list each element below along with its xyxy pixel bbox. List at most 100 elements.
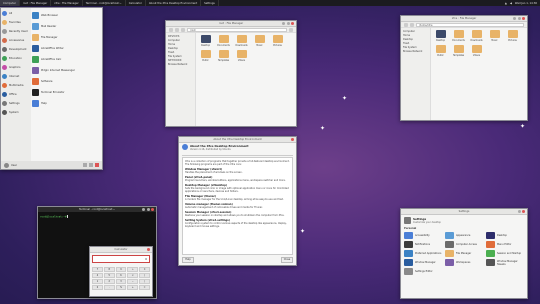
fm1-location-bar[interactable]: /root [187,27,287,32]
calc-key[interactable]: 6 [115,273,127,278]
search-button[interactable] [289,27,293,32]
close-button[interactable] [291,138,294,141]
power-icon[interactable] [95,163,99,167]
forward-button[interactable] [410,22,414,27]
taskbar-item-computer[interactable]: Computer [0,0,20,6]
settings-item-preferred-apps[interactable]: Preferred Applications [404,249,443,258]
menu-app-mail-reader[interactable]: Mail Reader [32,21,100,32]
close-button[interactable] [147,248,150,251]
menu-app-pidgin[interactable]: Pidgin Internet Messenger [32,65,100,76]
file-item[interactable]: Desktop [433,30,448,42]
fm1-titlebar[interactable]: root : File Manager [166,21,296,27]
taskbar-item-file-manager-root[interactable]: root : File Manager [20,0,52,6]
maximize-button[interactable] [286,22,290,25]
calc-key[interactable]: 5 [103,273,115,278]
calc-key[interactable]: 1 [92,279,103,284]
settings-item-window-manager[interactable]: Window Manager [404,258,443,267]
up-button[interactable] [181,27,185,32]
calc-key[interactable]: 4 [92,273,103,278]
file-item[interactable]: Public [433,45,448,57]
maximize-button[interactable] [517,17,521,20]
menu-category-office[interactable]: Office [2,90,30,99]
back-button[interactable] [404,22,408,27]
calc-key[interactable]: C [139,267,150,272]
file-item[interactable]: Templates [451,45,466,57]
settings-item-workspaces[interactable]: Workspaces [445,258,484,267]
settings-icon[interactable] [83,163,87,167]
calc-key[interactable]: . [103,285,115,290]
calc-key[interactable]: ( [139,273,150,278]
menu-category-favorites[interactable]: Favorites [2,18,30,27]
menu-app-calc[interactable]: LibreOffice Calc [32,54,100,65]
menu-category-settings[interactable]: Settings [2,99,30,108]
menu-category-accessories[interactable]: Accessories [2,36,30,45]
calculator-display[interactable]: 0 [92,255,150,263]
minimize-button[interactable] [142,208,145,211]
minimize-button[interactable] [513,17,516,20]
calc-key[interactable]: 8 [103,267,115,272]
calculator-titlebar[interactable]: Calculator [90,247,152,253]
taskbar-item-about[interactable]: About the Xfce Desktop Environment [146,0,202,6]
calc-key[interactable]: 7 [92,267,103,272]
about-titlebar[interactable]: About the Xfce Desktop Environment [179,137,296,143]
settings-item-menu-editor[interactable]: Menu Editor [486,240,525,249]
file-item[interactable]: Downloads [469,30,484,42]
close-button[interactable] [151,208,154,211]
sidebar-item-browse-network[interactable]: Browse Network [168,63,193,67]
menu-app-terminal[interactable]: Terminal Emulator [32,87,100,98]
help-button[interactable]: Help [182,257,194,263]
fm2-titlebar[interactable]: xfce : File Manager [401,16,527,22]
forward-button[interactable] [175,27,179,32]
menu-category-internet[interactable]: Internet [2,72,30,81]
file-item[interactable]: Documents [216,35,231,47]
settings-item-notifications[interactable]: Notifications [404,240,443,249]
settings-item-accessibility[interactable]: Accessibility [404,231,443,240]
settings-item-computer-access[interactable]: Computer Access [445,240,484,249]
settings-item-file-manager[interactable]: File Manager [445,249,484,258]
close-dialog-button[interactable]: Close [281,257,293,263]
calc-key[interactable]: 0 [92,285,103,290]
calc-key[interactable]: % [115,285,127,290]
taskbar-item-settings[interactable]: Settings [201,0,219,6]
menu-category-multimedia[interactable]: Multimedia [2,81,30,90]
menu-app-software[interactable]: Software [32,76,100,87]
file-item[interactable]: Desktop [198,35,213,47]
settings-item-wm-tweaks[interactable]: Window Manager Tweaks [486,258,525,267]
calc-key[interactable]: + [127,285,139,290]
file-item[interactable]: Documents [451,30,466,42]
menu-category-education[interactable]: Education [2,54,30,63]
close-button[interactable] [522,17,525,20]
taskbar-item-file-manager-xfce[interactable]: xfce : File Manager [51,0,83,6]
menu-category-development[interactable]: Development [2,45,30,54]
file-item[interactable]: Templates [216,50,231,62]
lock-icon[interactable] [89,163,93,167]
calc-key[interactable]: ) [139,279,150,284]
calc-key[interactable]: = [139,285,150,290]
close-button[interactable] [291,22,294,25]
settings-item-session[interactable]: Session and Startup [486,249,525,258]
volume-icon[interactable]: ◀ [510,2,512,5]
calc-key[interactable]: ÷ [127,267,139,272]
close-button[interactable] [522,210,525,213]
minimize-button[interactable] [282,22,285,25]
terminal-titlebar[interactable]: Terminal - root@localhost:~ [38,207,156,213]
sidebar-item-browse-network[interactable]: Browse Network [403,50,428,54]
file-item[interactable]: Music [487,30,502,42]
menu-category-system[interactable]: System [2,108,30,117]
file-item[interactable]: Videos [469,45,484,57]
settings-item-desktop[interactable]: Desktop [486,231,525,240]
terminal-output[interactable]: root@localhost:~# [38,213,156,221]
calc-key[interactable]: 2 [103,279,115,284]
calc-key[interactable]: 9 [115,267,127,272]
minimize-button[interactable] [517,210,521,213]
maximize-button[interactable] [146,208,150,211]
calc-key[interactable]: − [127,279,139,284]
taskbar-item-calculator[interactable]: Calculator [126,0,146,6]
file-item[interactable]: Videos [234,50,249,62]
file-item[interactable]: Downloads [234,35,249,47]
menu-app-web-browser[interactable]: Web Browser [32,10,100,21]
menu-category-recent[interactable]: Recently Used [2,27,30,36]
taskbar-item-terminal[interactable]: Terminal - root@localhost:~ [83,0,126,6]
menu-app-file-manager[interactable]: File Manager [32,32,100,43]
calc-key[interactable]: 3 [115,279,127,284]
